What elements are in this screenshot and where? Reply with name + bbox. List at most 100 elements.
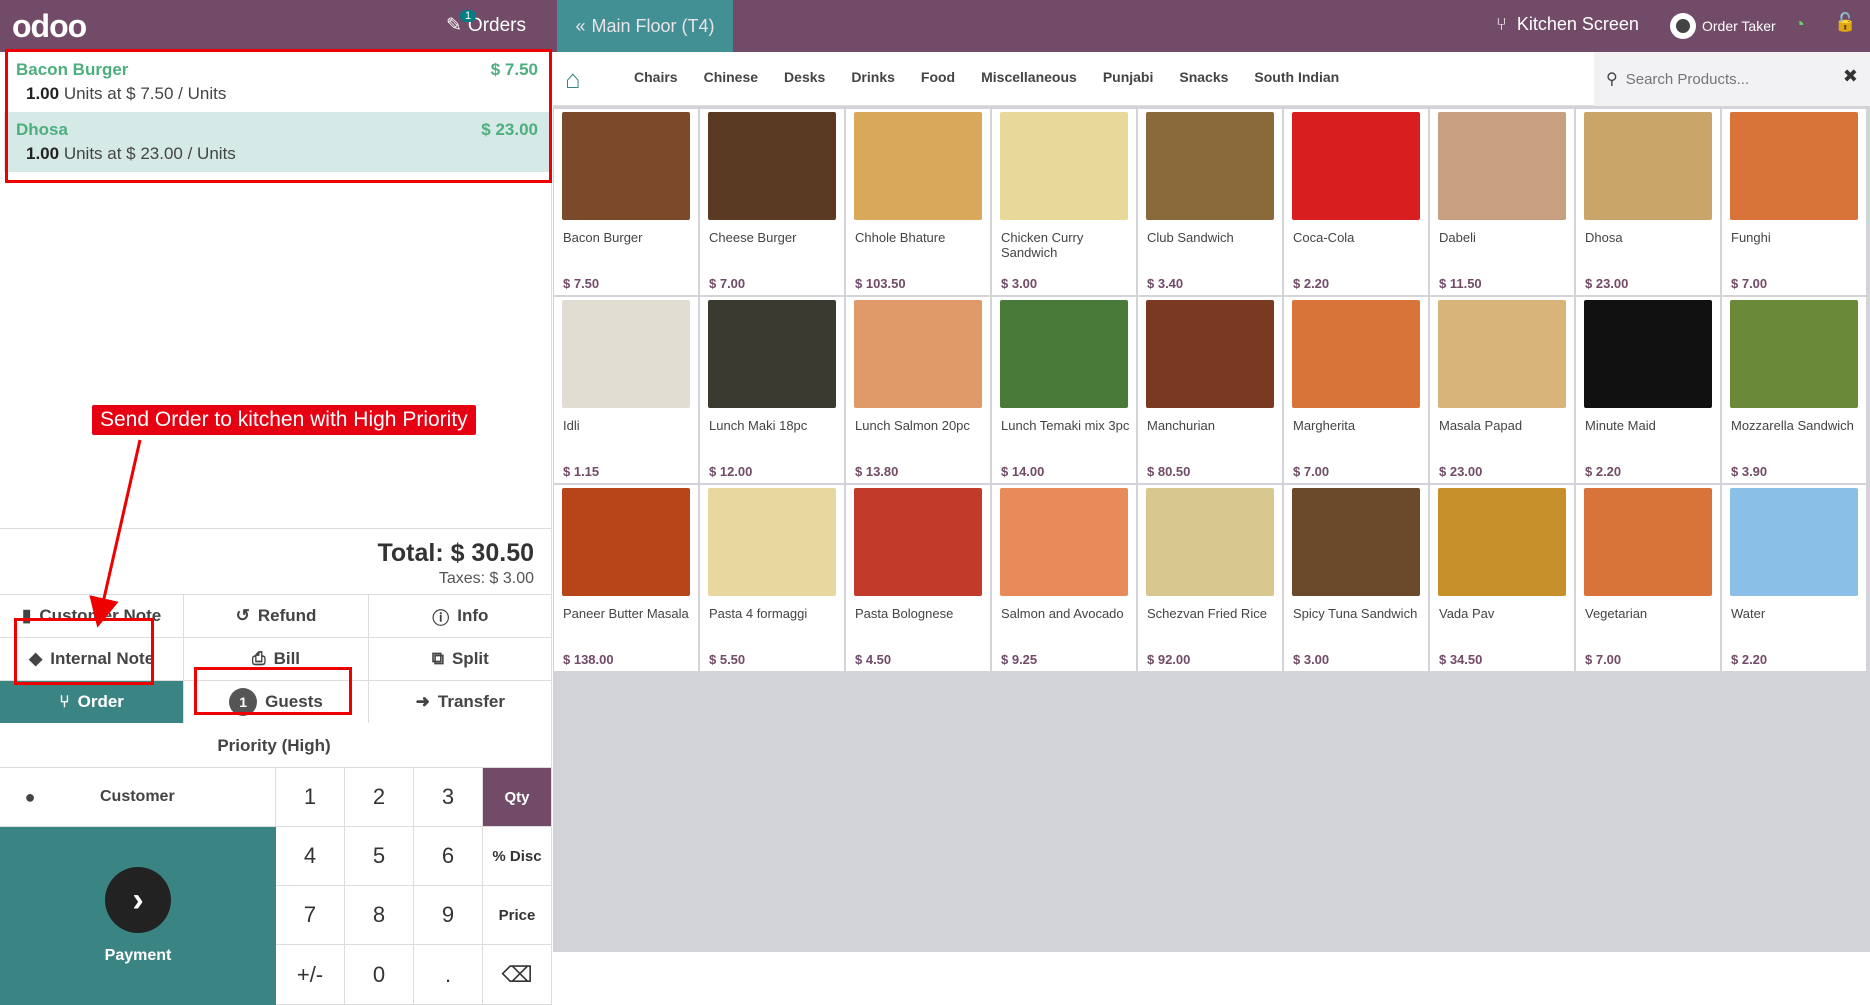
product-card[interactable]: Lunch Temaki mix 3pc $ 14.00 [992, 297, 1136, 483]
kitchen-screen-button[interactable]: ⑂ Kitchen Screen [1496, 14, 1639, 35]
numpad-key-decimal[interactable]: . [414, 945, 483, 1005]
product-card[interactable]: Chhole Bhature $ 103.50 [846, 109, 990, 295]
product-name: Coca-Cola [1293, 230, 1355, 245]
product-card[interactable]: Paneer Butter Masala $ 138.00 [554, 485, 698, 671]
discount-mode-button[interactable]: % Disc [483, 827, 552, 886]
product-card[interactable]: Bacon Burger $ 7.50 [554, 109, 698, 295]
product-card[interactable]: Vegetarian $ 7.00 [1576, 485, 1720, 671]
product-card[interactable]: Club Sandwich $ 3.40 [1138, 109, 1282, 295]
product-card[interactable]: Masala Papad $ 23.00 [1430, 297, 1574, 483]
product-price: $ 2.20 [1293, 276, 1330, 291]
product-card[interactable]: Chicken Curry Sandwich $ 3.00 [992, 109, 1136, 295]
numpad-key-9[interactable]: 9 [414, 886, 483, 945]
category-snacks[interactable]: Snacks [1166, 69, 1241, 85]
product-card[interactable]: Dhosa $ 23.00 [1576, 109, 1720, 295]
category-food[interactable]: Food [908, 69, 968, 85]
product-card[interactable]: Margherita $ 7.00 [1284, 297, 1428, 483]
info-icon: ⓘ [432, 608, 450, 628]
priority-high-button[interactable]: Priority (High) [195, 724, 353, 767]
order-line[interactable]: Dhosa $ 23.00 1.00 Units at $ 23.00 / Un… [4, 112, 552, 172]
product-card[interactable]: Schezvan Fried Rice $ 92.00 [1138, 485, 1282, 671]
wifi-icon[interactable]: ◔ [1794, 14, 1805, 35]
bill-button[interactable]: ⎙ Bill [184, 638, 369, 680]
orders-label: Orders [467, 14, 526, 36]
product-image [1730, 112, 1858, 220]
product-card[interactable]: Cheese Burger $ 7.00 [700, 109, 844, 295]
numpad-key-6[interactable]: 6 [414, 827, 483, 886]
product-price: $ 14.00 [1001, 464, 1045, 479]
search-bar: ⚲ ✖ [1594, 52, 1870, 106]
product-card[interactable]: Pasta 4 formaggi $ 5.50 [700, 485, 844, 671]
refund-button[interactable]: ↺ Refund [184, 595, 369, 637]
user-label: Order Taker [1702, 18, 1776, 34]
product-card[interactable]: Minute Maid $ 2.20 [1576, 297, 1720, 483]
category-bar: ⌂ Chairs Chinese Desks Drinks Food Miscellane… [553, 52, 1870, 106]
numpad-key-plus-minus[interactable]: +/- [276, 945, 345, 1005]
numpad-key-8[interactable]: 8 [345, 886, 414, 945]
category-chinese[interactable]: Chinese [691, 69, 771, 85]
numpad-key-0[interactable]: 0 [345, 945, 414, 1005]
numpad-key-5[interactable]: 5 [345, 827, 414, 886]
home-icon[interactable]: ⌂ [565, 64, 581, 95]
ticket-icon: ✎ 1 [446, 10, 477, 37]
product-card[interactable]: Salmon and Avocado $ 9.25 [992, 485, 1136, 671]
guests-count-badge: 1 [229, 688, 258, 716]
numpad-key-2[interactable]: 2 [345, 768, 414, 827]
category-desks[interactable]: Desks [771, 69, 838, 85]
product-name: Mozzarella Sandwich [1731, 418, 1854, 433]
total-amount: Total: $ 30.50 [377, 539, 534, 567]
category-punjabi[interactable]: Punjabi [1090, 69, 1167, 85]
floor-label: Main Floor (T4) [591, 15, 715, 36]
product-card[interactable]: Mozzarella Sandwich $ 3.90 [1722, 297, 1866, 483]
product-grid: Bacon Burger $ 7.50 Cheese Burger $ 7.00 Chh… [553, 107, 1870, 671]
numpad-key-7[interactable]: 7 [276, 886, 345, 945]
product-image [1438, 112, 1566, 220]
product-image [854, 300, 982, 408]
product-price: $ 7.00 [1585, 652, 1622, 667]
backspace-icon[interactable]: ⌫ [483, 945, 552, 1005]
internal-note-button[interactable]: ◆ Internal Note [0, 638, 185, 680]
order-line[interactable]: Bacon Burger $ 7.50 1.00 Units at $ 7.50… [4, 52, 552, 112]
product-card[interactable]: Manchurian $ 80.50 [1138, 297, 1282, 483]
floor-button[interactable]: « Main Floor (T4) [557, 0, 733, 52]
category-chairs[interactable]: Chairs [621, 69, 691, 85]
category-south-indian[interactable]: South Indian [1241, 69, 1352, 85]
info-button[interactable]: ⓘ Info [369, 595, 552, 637]
order-button[interactable]: ⑂ Order [0, 681, 185, 723]
payment-button[interactable]: › Payment [0, 827, 276, 1005]
category-miscellaneous[interactable]: Miscellaneous [968, 69, 1090, 85]
product-card[interactable]: Vada Pav $ 34.50 [1430, 485, 1574, 671]
product-card[interactable]: Pasta Bolognese $ 4.50 [846, 485, 990, 671]
product-price: $ 13.80 [855, 464, 899, 479]
customer-button[interactable]: ● Customer [0, 768, 276, 827]
close-icon[interactable]: ✖ [1843, 66, 1858, 87]
product-image [1438, 300, 1566, 408]
product-price: $ 7.00 [709, 276, 746, 291]
product-card[interactable]: Idli $ 1.15 [554, 297, 698, 483]
category-drinks[interactable]: Drinks [838, 69, 908, 85]
product-card[interactable]: Dabeli $ 11.50 [1430, 109, 1574, 295]
product-card[interactable]: Spicy Tuna Sandwich $ 3.00 [1284, 485, 1428, 671]
guests-button[interactable]: 1 Guests [184, 681, 369, 723]
numpad-key-1[interactable]: 1 [276, 768, 345, 827]
orders-button[interactable]: ✎ 1 Orders [446, 10, 526, 37]
search-input[interactable] [1625, 70, 1826, 88]
product-card[interactable]: Lunch Salmon 20pc $ 13.80 [846, 297, 990, 483]
unlock-icon[interactable]: 🔓 [1834, 12, 1856, 33]
split-button[interactable]: ⧉ Split [369, 638, 552, 680]
numpad-key-3[interactable]: 3 [414, 768, 483, 827]
product-price: $ 3.90 [1731, 464, 1768, 479]
product-card[interactable]: Lunch Maki 18pc $ 12.00 [700, 297, 844, 483]
transfer-button[interactable]: ➜ Transfer [369, 681, 552, 723]
price-mode-button[interactable]: Price [483, 886, 552, 945]
qty-mode-button[interactable]: Qty [483, 768, 552, 827]
product-card[interactable]: Coca-Cola $ 2.20 [1284, 109, 1428, 295]
numpad-key-4[interactable]: 4 [276, 827, 345, 886]
customer-note-button[interactable]: ▮ Customer Note [0, 595, 185, 637]
product-card[interactable]: Water $ 2.20 [1722, 485, 1866, 671]
order-line-name: Bacon Burger [16, 60, 129, 79]
user-menu[interactable]: Order Taker [1670, 13, 1776, 39]
product-panel: ⌂ Chairs Chinese Desks Drinks Food Miscellane… [553, 52, 1870, 952]
product-image [854, 488, 982, 596]
product-card[interactable]: Funghi $ 7.00 [1722, 109, 1866, 295]
